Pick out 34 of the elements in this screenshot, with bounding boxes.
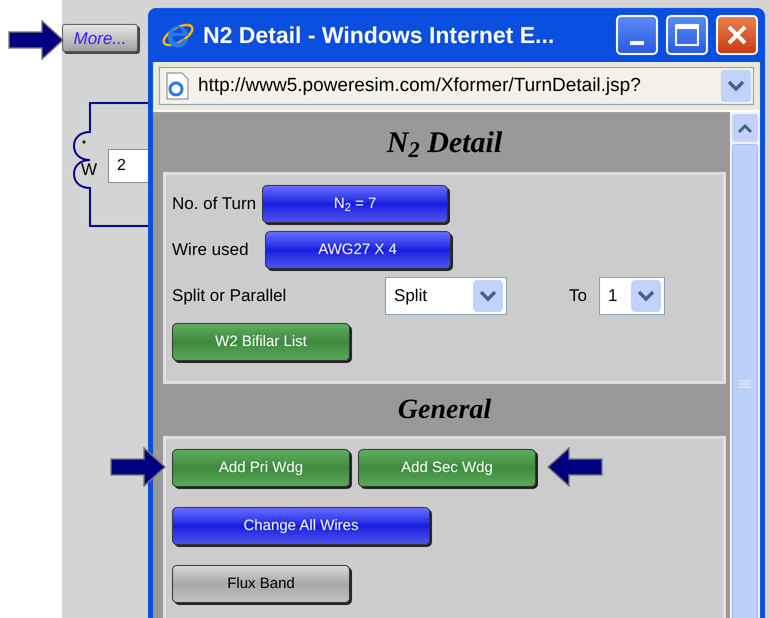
scrollbar[interactable] <box>730 112 760 618</box>
section-header: General <box>396 393 492 427</box>
arrow-icon <box>110 447 166 487</box>
action-button[interactable]: Add Sec Wdg <box>358 449 536 487</box>
chevron-down-icon <box>630 280 661 312</box>
winding-label: W <box>81 159 98 181</box>
split-dropdown[interactable]: Split <box>385 277 507 315</box>
wire-button[interactable]: AWG27 X 4 <box>264 231 451 269</box>
window-title: N2 Detail - Windows Internet E... <box>203 20 556 50</box>
action-button[interactable]: Add Pri Wdg <box>172 449 350 487</box>
action-button[interactable]: Flux Band <box>172 565 350 603</box>
action-button[interactable]: Change All Wires <box>172 507 430 545</box>
maximize-button[interactable] <box>666 15 708 55</box>
section-header: N$_{2}$ Detail <box>386 124 504 164</box>
to-dropdown[interactable]: 1 <box>598 277 665 315</box>
chevron-down-icon <box>473 280 503 312</box>
minimize-button[interactable] <box>616 15 658 55</box>
more-button[interactable]: More... <box>62 24 138 52</box>
turns-button[interactable]: N$_{2}$ = 7 <box>262 185 448 223</box>
grip-icon <box>738 380 752 390</box>
chevron-down-icon[interactable] <box>721 70 751 102</box>
arrow-icon <box>8 20 64 60</box>
address-field[interactable]: http://www5.poweresim.com/Xformer/TurnDetail.jsp? <box>159 67 754 105</box>
turns-label: No. of Turn <box>172 193 256 216</box>
page-icon <box>164 72 190 100</box>
bifilar-button[interactable]: W2 Bifilar List <box>172 323 350 361</box>
to-label: To <box>569 285 587 308</box>
url-text: http://www5.poweresim.com/Xformer/TurnDetail.jsp? <box>198 74 642 98</box>
close-icon <box>726 24 748 46</box>
arrow-icon <box>547 447 603 487</box>
split-label: Split or Parallel <box>172 285 288 308</box>
wire-label: Wire used <box>172 239 249 262</box>
chevron-up-icon[interactable] <box>736 122 754 134</box>
close-button[interactable] <box>716 15 758 55</box>
